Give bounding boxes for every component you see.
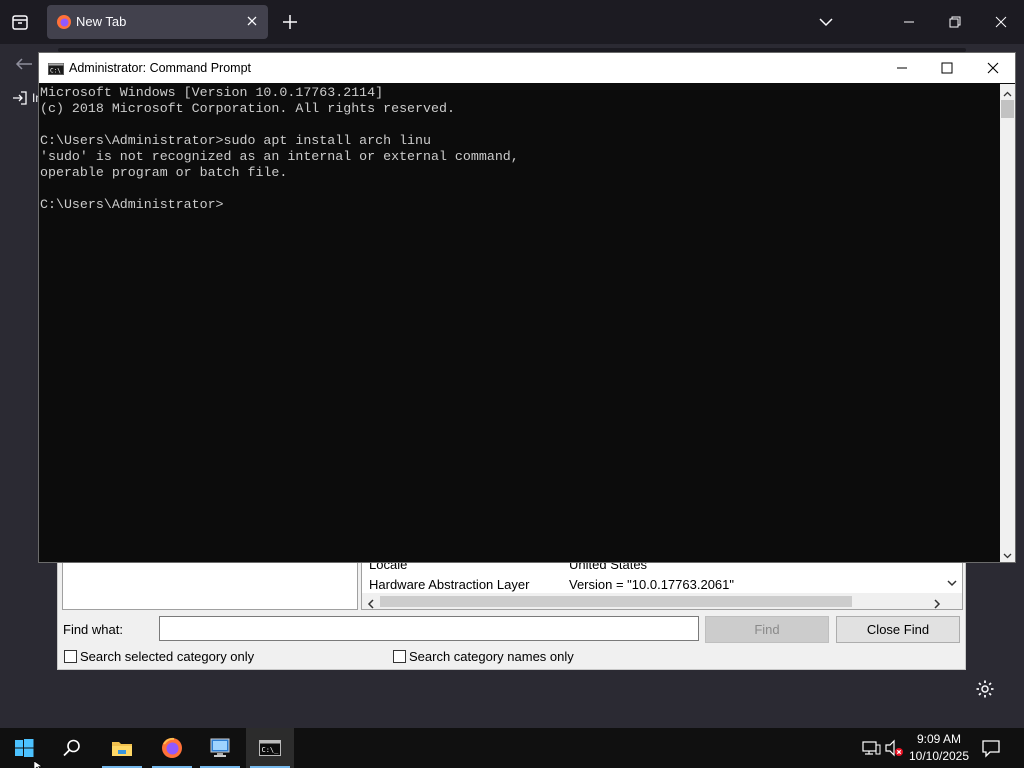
checkbox-box[interactable]	[64, 650, 77, 663]
command-prompt-taskbar-button[interactable]: C:\_	[246, 728, 294, 768]
window-title: Administrator: Command Prompt	[69, 61, 252, 75]
checkbox-box[interactable]	[393, 650, 406, 663]
close-icon[interactable]	[983, 58, 1003, 78]
firefox-taskbar-button[interactable]	[148, 728, 196, 768]
category-tree-pane[interactable]	[62, 555, 358, 610]
item-value: Version = "10.0.17763.2061"	[569, 577, 735, 592]
scroll-thumb[interactable]	[1001, 100, 1014, 118]
tab-title: New Tab	[76, 14, 127, 29]
horizontal-scroll-thumb[interactable]	[380, 596, 852, 607]
windows-logo-icon	[15, 739, 34, 757]
clock-date: 10/10/2025	[908, 749, 970, 763]
clock-time: 9:09 AM	[916, 732, 962, 746]
browser-tab[interactable]: New Tab	[47, 5, 268, 39]
firefox-icon	[56, 14, 72, 30]
checkbox-label: Search category names only	[409, 649, 574, 664]
taskbar: C:\_ 9:09 AM 10/10/2025	[0, 728, 1024, 768]
minimize-icon[interactable]	[892, 58, 912, 78]
tab-strip: New Tab	[0, 0, 1024, 44]
console-icon: C:\_	[259, 740, 281, 756]
back-arrow-icon[interactable]	[14, 56, 34, 72]
list-all-tabs-chevron-icon[interactable]	[816, 12, 836, 32]
new-tab-plus-icon[interactable]	[280, 12, 300, 32]
close-icon[interactable]	[991, 12, 1011, 32]
minimize-icon[interactable]	[899, 12, 919, 32]
scroll-down-arrow-icon[interactable]	[1002, 548, 1013, 559]
gear-icon[interactable]	[975, 679, 995, 699]
system-info-monitor-icon	[210, 738, 230, 757]
search-button[interactable]	[48, 728, 96, 768]
firefox-icon	[162, 737, 182, 758]
find-button[interactable]: Find	[705, 616, 829, 643]
console-line: (c) 2018 Microsoft Corporation. All righ…	[40, 101, 455, 116]
command-prompt-window[interactable]: C:\ Administrator: Command Prompt Micros…	[38, 52, 1016, 563]
horizontal-scrollbar[interactable]	[362, 593, 962, 609]
details-list-pane[interactable]: Locale United States Hardware Abstractio…	[361, 555, 963, 610]
scroll-right-arrow-icon[interactable]	[932, 596, 942, 609]
svg-text:C:\: C:\	[50, 68, 61, 75]
checkbox-label: Search selected category only	[80, 649, 255, 664]
network-icon[interactable]	[861, 738, 881, 758]
system-clock[interactable]: 9:09 AM 10/10/2025	[906, 731, 972, 765]
console-prompt-line[interactable]: C:\Users\Administrator>	[40, 197, 999, 213]
search-icon	[63, 739, 80, 757]
scroll-down-arrow-icon[interactable]	[945, 576, 959, 590]
speaker-muted-icon[interactable]	[884, 738, 904, 758]
find-what-input[interactable]	[159, 616, 699, 641]
mouse-cursor-icon	[33, 758, 44, 768]
vertical-scrollbar[interactable]	[1000, 84, 1015, 562]
console-line: C:\Users\Administrator>sudo apt install …	[40, 133, 431, 148]
tab-list-icon[interactable]	[8, 10, 32, 34]
console-line: operable program or batch file.	[40, 165, 288, 180]
svg-text:C:\_: C:\_	[262, 746, 280, 754]
file-explorer-taskbar-button[interactable]	[98, 728, 146, 768]
find-what-label: Find what:	[63, 622, 123, 637]
restore-icon[interactable]	[945, 12, 965, 32]
system-information-window: Locale United States Hardware Abstractio…	[57, 548, 966, 670]
action-center-icon[interactable]	[981, 738, 1001, 758]
list-row[interactable]: Hardware Abstraction Layer Version = "10…	[369, 577, 734, 592]
scroll-left-arrow-icon[interactable]	[366, 596, 376, 609]
console-icon: C:\	[48, 62, 64, 75]
tab-close-icon[interactable]	[244, 13, 260, 29]
console-output[interactable]: Microsoft Windows [Version 10.0.17763.21…	[39, 84, 999, 562]
console-line: Microsoft Windows [Version 10.0.17763.21…	[40, 85, 384, 100]
console-line: 'sudo' is not recognized as an internal …	[40, 149, 519, 164]
import-icon[interactable]	[12, 90, 28, 106]
folder-icon	[112, 742, 132, 756]
item-name: Hardware Abstraction Layer	[369, 577, 530, 592]
maximize-icon[interactable]	[937, 58, 957, 78]
scroll-up-arrow-icon[interactable]	[1002, 87, 1013, 98]
close-find-button[interactable]: Close Find	[836, 616, 960, 643]
system-information-taskbar-button[interactable]	[196, 728, 244, 768]
window-titlebar[interactable]: C:\ Administrator: Command Prompt	[39, 53, 1015, 83]
